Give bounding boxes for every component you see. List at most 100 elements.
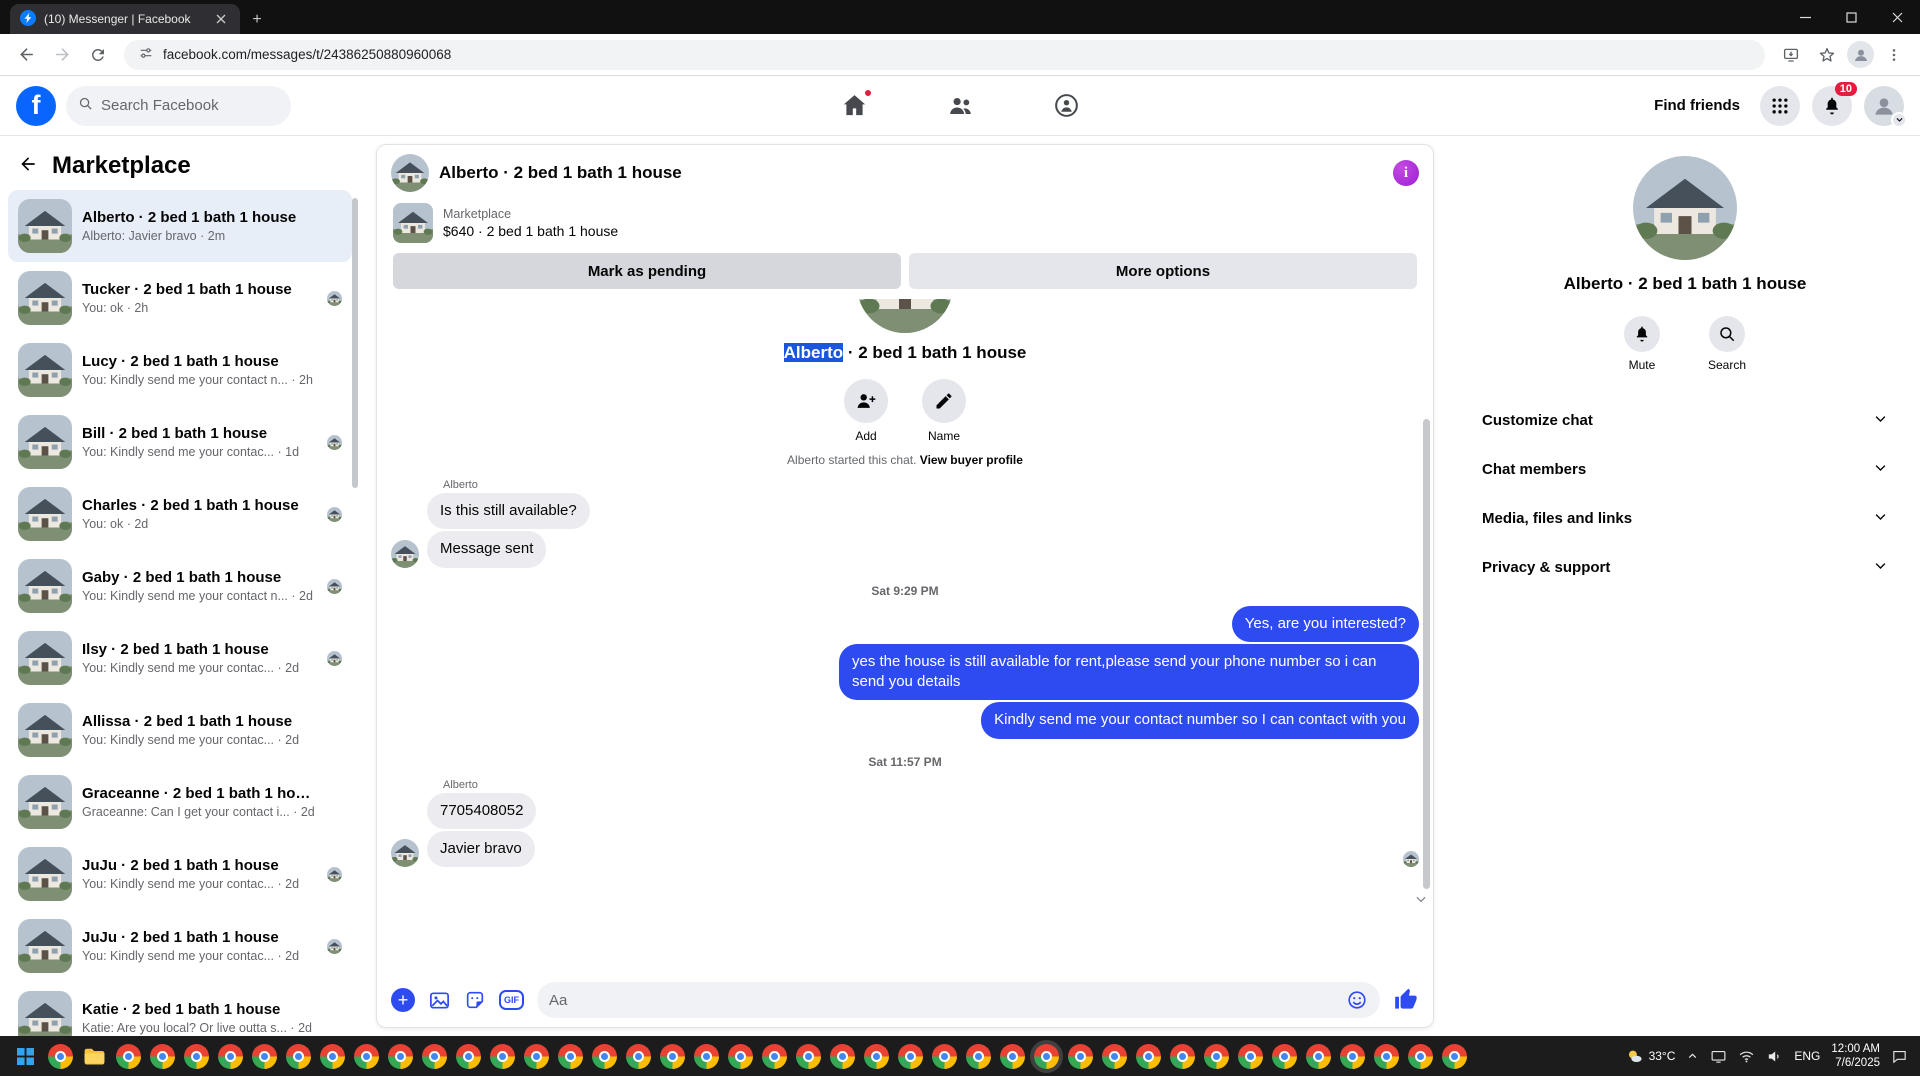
taskbar-app-icon[interactable] [1034, 1043, 1059, 1069]
taskbar-app-icon[interactable] [422, 1043, 447, 1069]
message-bubble[interactable]: Is this still available? [427, 493, 590, 530]
panel-section-privacy-support[interactable]: Privacy & support [1470, 543, 1900, 592]
taskbar-app-icon[interactable] [1102, 1043, 1127, 1069]
conversation-item[interactable]: Alberto · 2 bed 1 bath 1 house Alberto: … [8, 190, 352, 262]
taskbar-app-icon[interactable] [524, 1043, 549, 1069]
taskbar-app-icon[interactable] [1068, 1043, 1093, 1069]
mark-as-pending-button[interactable]: Mark as pending [393, 253, 901, 289]
conversation-item[interactable]: Ilsy · 2 bed 1 bath 1 house You: Kindly … [8, 622, 352, 694]
message-bubble[interactable]: Message sent [427, 531, 547, 568]
start-button-icon[interactable] [6, 1036, 44, 1076]
back-arrow-icon[interactable] [18, 154, 38, 179]
message-bubble[interactable]: Kindly send me your contact number so I … [981, 702, 1419, 739]
conversation-item[interactable]: Bill · 2 bed 1 bath 1 house You: Kindly … [8, 406, 352, 478]
scroll-down-icon[interactable] [1414, 892, 1428, 911]
speaker-icon[interactable] [1766, 1048, 1783, 1065]
find-friends-button[interactable]: Find friends [1646, 91, 1748, 120]
language-label[interactable]: ENG [1794, 1049, 1820, 1063]
address-bar[interactable]: facebook.com/messages/t/2438625088096006… [124, 39, 1765, 70]
taskbar-app-icon[interactable] [558, 1043, 583, 1069]
taskbar-app-icon[interactable] [898, 1043, 923, 1069]
add-people-button[interactable]: Add [844, 379, 888, 443]
window-minimize-button[interactable] [1782, 0, 1828, 34]
conversation-info-icon[interactable] [1393, 160, 1419, 186]
taskbar-app-icon[interactable] [184, 1043, 209, 1069]
taskbar-app-icon[interactable] [1442, 1043, 1467, 1069]
taskbar-app-icon[interactable] [830, 1043, 855, 1069]
conversation-item[interactable]: JuJu · 2 bed 1 bath 1 house You: Kindly … [8, 838, 352, 910]
site-info-icon[interactable] [138, 45, 154, 64]
taskbar-app-icon[interactable] [286, 1043, 311, 1069]
reload-icon[interactable] [82, 39, 114, 71]
taskbar-app-icon[interactable] [490, 1043, 515, 1069]
taskbar-app-icon[interactable] [796, 1043, 821, 1069]
taskbar-app-icon[interactable] [354, 1043, 379, 1069]
browser-profile-avatar[interactable] [1847, 41, 1874, 68]
taskbar-app-icon[interactable] [1374, 1043, 1399, 1069]
taskbar-app-icon[interactable] [1340, 1043, 1365, 1069]
facebook-search[interactable] [66, 85, 291, 126]
panel-section-media-files-and-links[interactable]: Media, files and links [1470, 494, 1900, 543]
taskbar-app-icon[interactable] [388, 1043, 413, 1069]
taskbar-app-icon[interactable] [1204, 1043, 1229, 1069]
profile-avatar[interactable] [1864, 85, 1907, 128]
taskbar-app-icon[interactable] [592, 1043, 617, 1069]
message-bubble[interactable]: 7705408052 [427, 792, 537, 829]
groups-tab-icon[interactable] [1049, 89, 1083, 123]
conversation-item[interactable]: Gaby · 2 bed 1 bath 1 house You: Kindly … [8, 550, 352, 622]
mute-button[interactable]: Mute [1623, 316, 1660, 372]
wifi-icon[interactable] [1738, 1048, 1755, 1065]
taskbar-app-icon[interactable] [1000, 1043, 1025, 1069]
notifications-bell-icon[interactable]: 10 [1812, 81, 1857, 126]
back-icon[interactable] [10, 39, 42, 71]
message-bubble[interactable]: yes the house is still available for ren… [839, 643, 1419, 701]
taskbar-app-icon[interactable] [1136, 1043, 1161, 1069]
taskbar-clock[interactable]: 12:00 AM 7/6/2025 [1831, 1042, 1880, 1071]
like-thumb-icon[interactable] [1393, 987, 1419, 1013]
message-input[interactable] [549, 991, 1346, 1009]
chat-avatar[interactable] [391, 154, 429, 192]
taskbar-app-icon[interactable] [660, 1043, 685, 1069]
conversation-item[interactable]: Katie · 2 bed 1 bath 1 house Katie: Are … [8, 982, 352, 1036]
friends-tab-icon[interactable] [943, 89, 977, 123]
conversation-item[interactable]: Allissa · 2 bed 1 bath 1 house You: Kind… [8, 694, 352, 766]
message-bubble[interactable]: Yes, are you interested? [1231, 605, 1419, 642]
forward-icon[interactable] [46, 39, 78, 71]
conversation-item[interactable]: Tucker · 2 bed 1 bath 1 house You: ok · … [8, 262, 352, 334]
taskbar-app-icon[interactable] [116, 1043, 141, 1069]
panel-section-customize-chat[interactable]: Customize chat [1470, 396, 1900, 445]
new-tab-button[interactable]: + [248, 11, 266, 29]
gif-icon[interactable]: GIF [499, 990, 524, 1010]
taskbar-app-icon[interactable] [456, 1043, 481, 1069]
search-chat-button[interactable]: Search [1708, 316, 1746, 372]
facebook-logo[interactable]: f [16, 85, 56, 126]
view-buyer-profile-link[interactable]: View buyer profile [920, 453, 1023, 467]
taskbar-app-icon[interactable] [218, 1043, 243, 1069]
browser-menu-icon[interactable] [1878, 39, 1910, 71]
taskbar-app-icon[interactable] [932, 1043, 957, 1069]
window-close-button[interactable] [1874, 0, 1920, 34]
home-tab-icon[interactable] [837, 87, 873, 123]
browser-tab[interactable]: (10) Messenger | Facebook [10, 4, 240, 34]
conversation-item[interactable]: Graceanne · 2 bed 1 bath 1 house Gracean… [8, 766, 352, 838]
hidden-icons-chevron[interactable] [1686, 1050, 1699, 1063]
taskbar-app-icon[interactable] [1272, 1043, 1297, 1069]
more-options-button[interactable]: More options [909, 253, 1417, 289]
conversation-item[interactable]: Lucy · 2 bed 1 bath 1 house You: Kindly … [8, 334, 352, 406]
window-maximize-button[interactable] [1828, 0, 1874, 34]
taskbar-app-icon[interactable] [320, 1043, 345, 1069]
install-app-icon[interactable] [1775, 39, 1807, 71]
taskbar-app-icon[interactable] [762, 1043, 787, 1069]
panel-section-chat-members[interactable]: Chat members [1470, 445, 1900, 494]
taskbar-app-icon[interactable] [48, 1043, 73, 1069]
taskbar-app-icon[interactable] [728, 1043, 753, 1069]
emoji-icon[interactable] [1346, 989, 1368, 1011]
message-bubble[interactable]: Javier bravo [427, 830, 535, 867]
weather-widget[interactable]: 33°C [1625, 1047, 1675, 1066]
chat-scrollbar[interactable] [1423, 419, 1430, 889]
sticker-icon[interactable] [464, 989, 486, 1011]
marketplace-banner[interactable]: Marketplace $640 · 2 bed 1 bath 1 house [377, 201, 1433, 253]
taskbar-app-icon[interactable] [694, 1043, 719, 1069]
search-input[interactable] [101, 97, 271, 114]
apps-grid-icon[interactable] [1760, 85, 1800, 126]
